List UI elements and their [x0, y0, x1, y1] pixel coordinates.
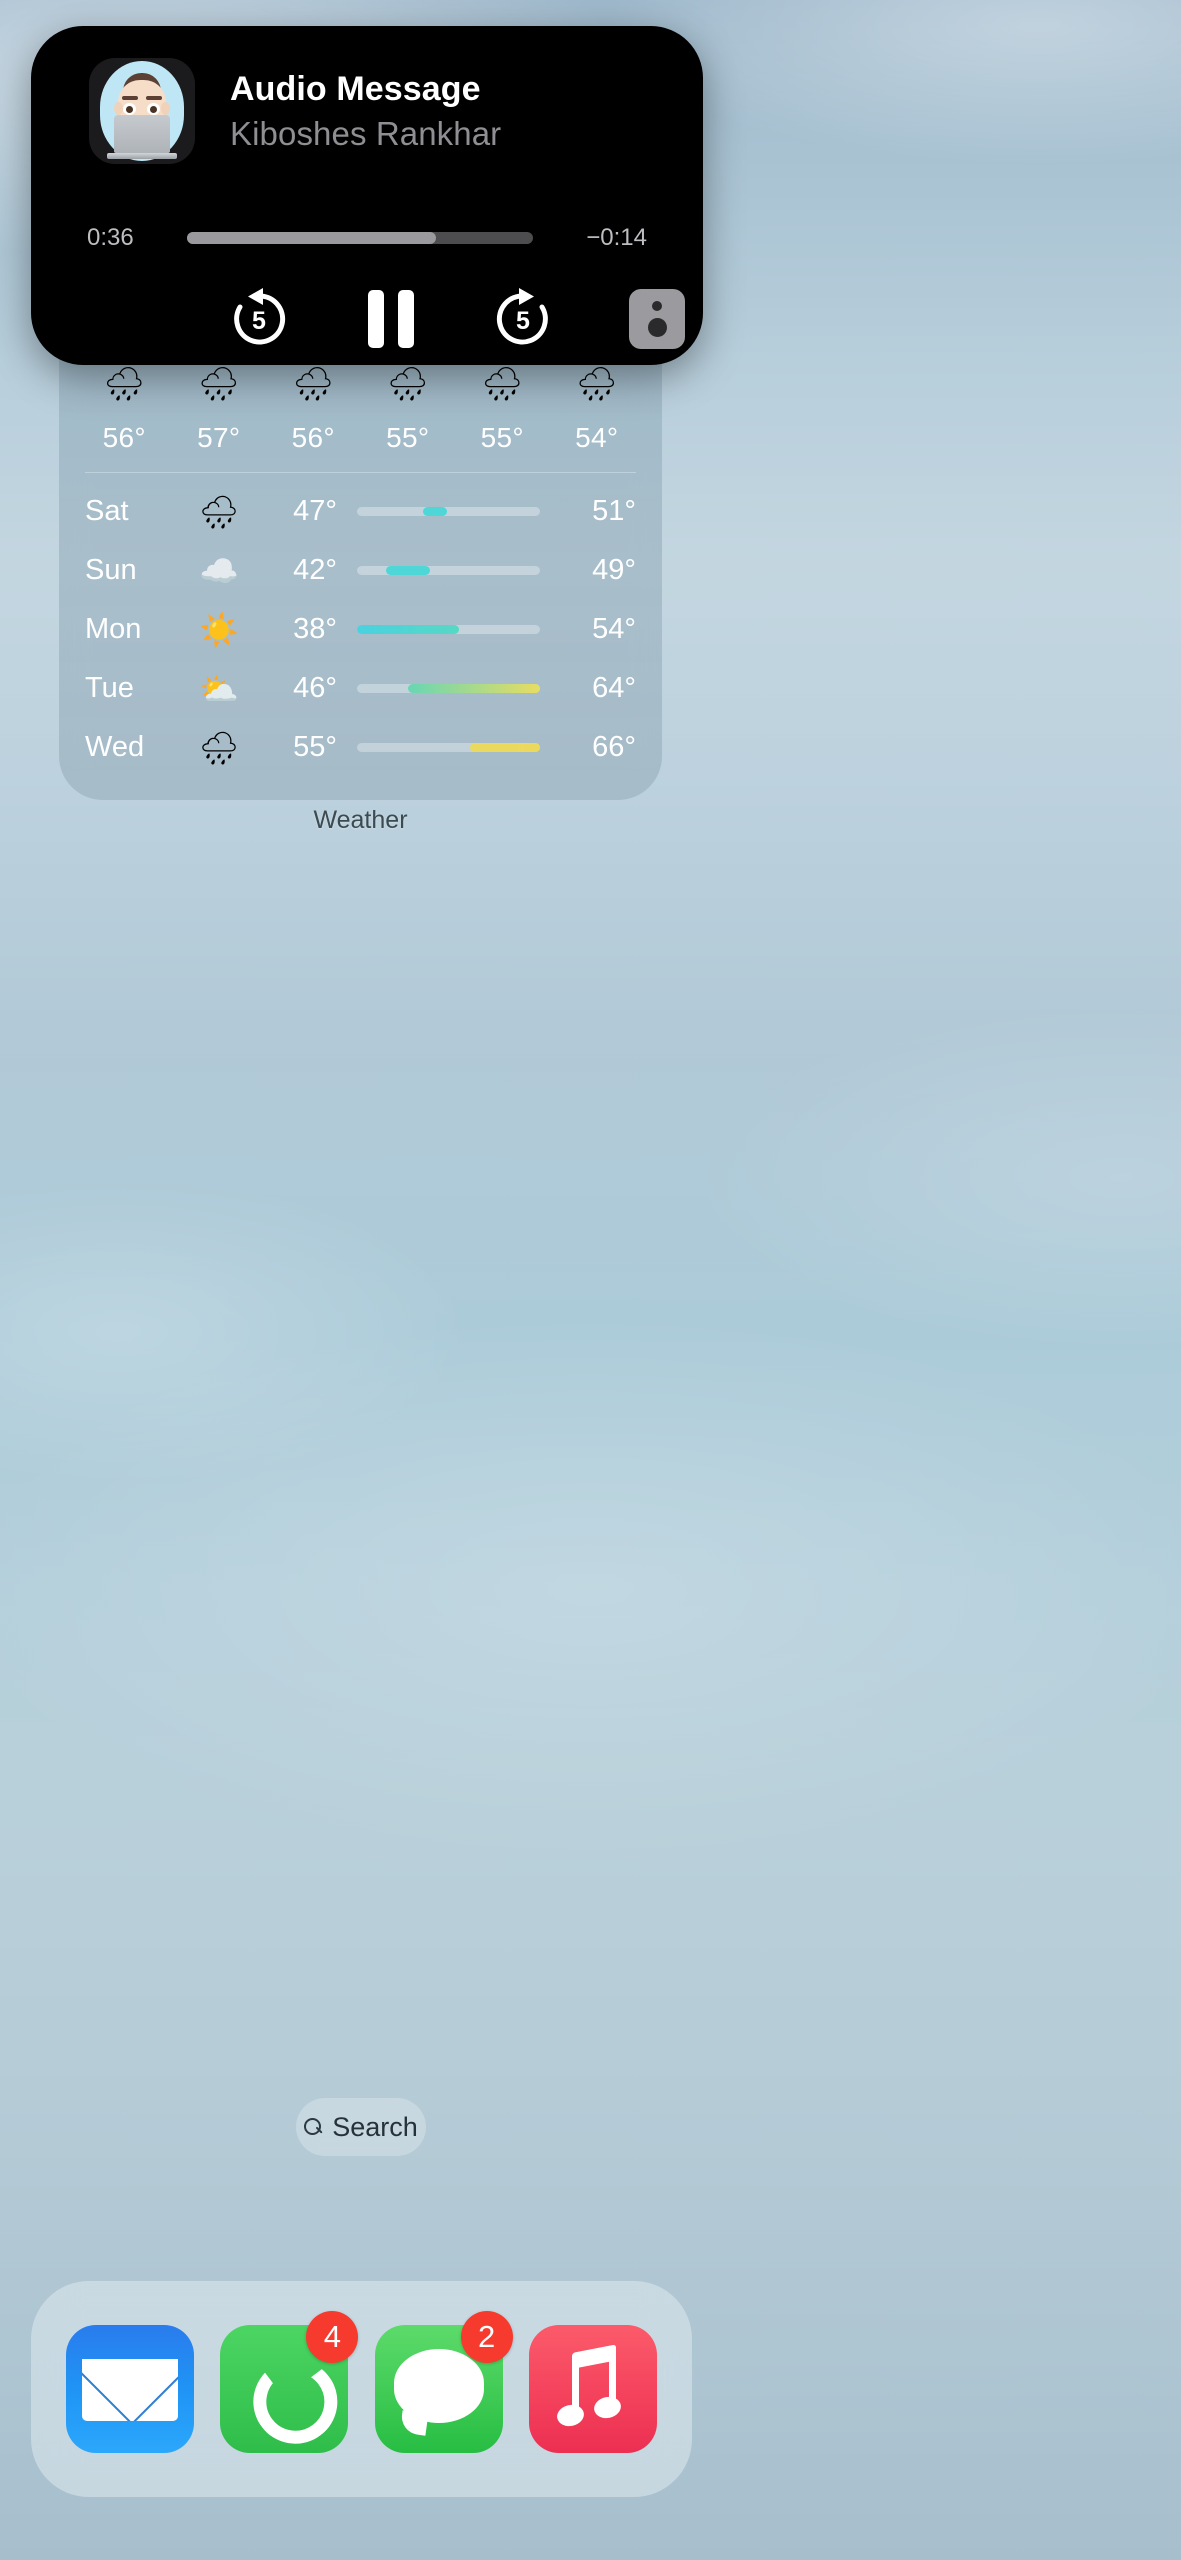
- hourly-temp: 56°: [291, 422, 335, 453]
- hourly-forecast-row: 🌧 56° 🌧 57° 🌧 56° 🌧 55° 🌧 55° 🌧 54°: [59, 360, 662, 454]
- widget-divider: [85, 472, 636, 473]
- search-label: Search: [332, 2111, 418, 2142]
- dock-app-phone[interactable]: 4: [220, 2311, 359, 2453]
- temperature-range-track: [357, 684, 540, 693]
- airplay-speaker-icon[interactable]: [623, 285, 691, 353]
- rain-cloud-icon: 🌧: [103, 365, 146, 402]
- day-high-temp: 54°: [592, 613, 636, 645]
- day-label: Mon: [85, 613, 142, 645]
- now-playing-header: Audio Message Kiboshes Rankhar: [89, 58, 501, 164]
- now-playing-meta: Audio Message Kiboshes Rankhar: [230, 70, 501, 153]
- cloud-icon: ☁️: [199, 552, 239, 589]
- scrubber-row: 0:36 −0:14: [31, 224, 703, 252]
- hourly-temp: 57°: [197, 422, 241, 453]
- rain-cloud-icon: 🌧: [198, 493, 240, 530]
- rain-cloud-icon: 🌧: [292, 365, 335, 402]
- day-high-temp: 64°: [592, 672, 636, 704]
- scrubber-progress: [187, 232, 437, 244]
- dock: 4 2: [31, 2281, 692, 2497]
- hourly-temp: 54°: [575, 422, 619, 453]
- search-button[interactable]: Search: [296, 2098, 426, 2156]
- svg-text:5: 5: [252, 307, 266, 335]
- day-low-temp: 46°: [293, 672, 337, 704]
- day-label: Sun: [85, 554, 137, 586]
- temperature-range-track: [357, 507, 540, 516]
- temperature-range-track: [357, 625, 540, 634]
- rain-cloud-icon: 🌧: [575, 365, 618, 402]
- dock-app-mail[interactable]: [66, 2325, 195, 2453]
- hourly-cell: 🌧 56°: [78, 360, 170, 454]
- day-label: Wed: [85, 731, 145, 763]
- sun-icon: ☀️: [199, 611, 239, 648]
- now-playing-card[interactable]: Audio Message Kiboshes Rankhar 0:36 −0:1…: [31, 26, 703, 365]
- search-icon: [304, 2118, 322, 2136]
- day-low-temp: 55°: [293, 731, 337, 763]
- temperature-range-fill: [357, 625, 460, 634]
- hourly-cell: 🌧 54°: [551, 360, 643, 454]
- playback-controls: 5 5: [31, 281, 703, 357]
- mail-icon: [66, 2325, 195, 2453]
- day-high-temp: 66°: [592, 731, 636, 763]
- music-icon: [528, 2325, 657, 2453]
- hourly-cell: 🌧 57°: [173, 360, 265, 454]
- day-low-temp: 42°: [293, 554, 337, 586]
- rain-cloud-icon: 🌧: [198, 729, 240, 766]
- svg-text:5: 5: [516, 307, 530, 335]
- hourly-cell: 🌧 55°: [362, 360, 454, 454]
- scrubber-slider[interactable]: [187, 232, 533, 244]
- weather-widget[interactable]: 🌧 56° 🌧 57° 🌧 56° 🌧 55° 🌧 55° 🌧 54° Sat …: [59, 300, 662, 800]
- elapsed-time: 0:36: [87, 224, 134, 251]
- temperature-range-fill: [470, 743, 540, 752]
- rain-cloud-icon: 🌧: [481, 365, 524, 402]
- temperature-range-track: [357, 566, 540, 575]
- dock-app-messages[interactable]: 2: [374, 2311, 513, 2453]
- skip-forward-5-icon[interactable]: 5: [485, 281, 561, 357]
- daily-row: Mon ☀️ 38° 54°: [59, 600, 662, 659]
- rain-cloud-icon: 🌧: [197, 365, 240, 402]
- badge-messages: 2: [460, 2311, 513, 2363]
- day-low-temp: 38°: [293, 613, 337, 645]
- hourly-temp: 55°: [480, 422, 524, 453]
- now-playing-title: Audio Message: [230, 69, 481, 108]
- hourly-cell: 🌧 55°: [456, 360, 548, 454]
- day-high-temp: 49°: [592, 554, 636, 586]
- daily-row: Sun ☁️ 42° 49°: [59, 541, 662, 600]
- daily-forecast-list: Sat 🌧 47° 51° Sun ☁️ 42° 49° Mon ☀️ 38° …: [59, 482, 662, 777]
- remaining-time: −0:14: [586, 224, 647, 251]
- badge-phone: 4: [306, 2311, 359, 2363]
- day-label: Sat: [85, 495, 129, 527]
- daily-row: Sat 🌧 47° 51°: [59, 482, 662, 541]
- dock-app-music[interactable]: [528, 2325, 657, 2453]
- sun-behind-cloud-icon: ⛅: [199, 670, 239, 707]
- rain-cloud-icon: 🌧: [386, 365, 429, 402]
- hourly-temp: 55°: [386, 422, 430, 453]
- day-label: Tue: [85, 672, 134, 704]
- temperature-range-fill: [408, 684, 540, 693]
- avatar: [89, 58, 195, 164]
- weather-widget-label: Weather: [313, 806, 408, 834]
- hourly-temp: 56°: [102, 422, 146, 453]
- day-high-temp: 51°: [592, 495, 636, 527]
- temperature-range-fill: [422, 507, 447, 516]
- day-low-temp: 47°: [293, 495, 337, 527]
- daily-row: Tue ⛅ 46° 64°: [59, 659, 662, 718]
- now-playing-subtitle: Kiboshes Rankhar: [230, 114, 502, 152]
- temperature-range-fill: [386, 566, 431, 575]
- daily-row: Wed 🌧 55° 66°: [59, 718, 662, 777]
- hourly-cell: 🌧 56°: [267, 360, 359, 454]
- skip-back-5-icon[interactable]: 5: [221, 281, 297, 357]
- temperature-range-track: [357, 743, 540, 752]
- pause-icon[interactable]: [353, 281, 429, 357]
